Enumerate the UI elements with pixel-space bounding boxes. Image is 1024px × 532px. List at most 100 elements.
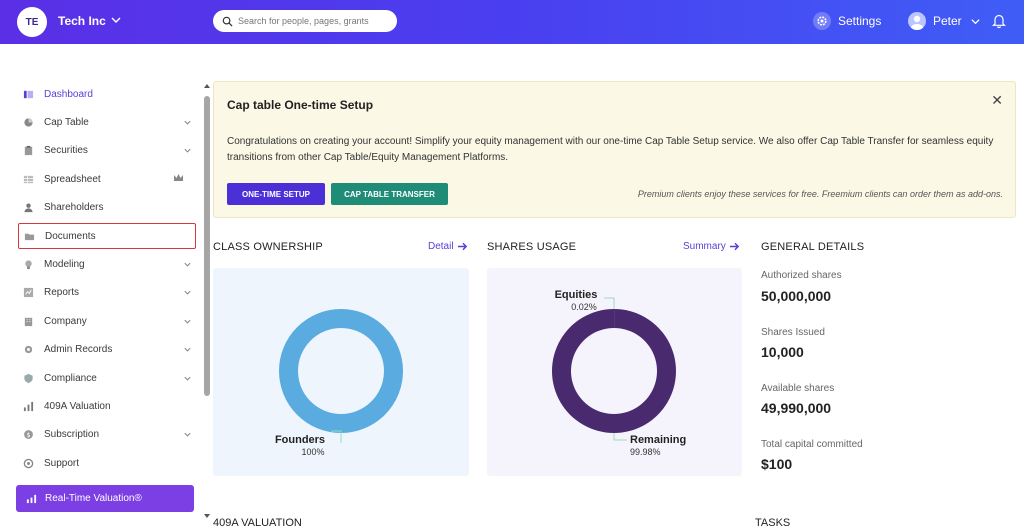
total-capital-value: $100 bbox=[761, 456, 793, 472]
sidebar-item-cap-table[interactable]: Cap Table bbox=[18, 109, 196, 135]
svg-text:$: $ bbox=[26, 431, 30, 439]
sidebar-item-securities[interactable]: Securities bbox=[18, 138, 196, 164]
sidebar-item-reports[interactable]: Reports bbox=[18, 280, 196, 306]
company-name[interactable]: Tech Inc bbox=[58, 14, 106, 28]
slice-value-label: 99.98% bbox=[630, 447, 661, 457]
chevron-down-icon[interactable] bbox=[183, 345, 192, 354]
sidebar-item-modeling[interactable]: Modeling bbox=[18, 251, 196, 277]
one-time-setup-button[interactable]: ONE-TIME SETUP bbox=[227, 183, 325, 205]
sidebar-item-label: Company bbox=[44, 315, 87, 327]
sidebar-item-409a-valuation[interactable]: 409A Valuation bbox=[18, 393, 196, 419]
crown-icon bbox=[173, 173, 184, 185]
chevron-down-icon[interactable] bbox=[183, 146, 192, 155]
available-shares-label: Available shares bbox=[761, 383, 835, 394]
sidebar-item-subscription[interactable]: $ Subscription bbox=[18, 422, 196, 448]
sidebar-item-spreadsheet[interactable]: Spreadsheet bbox=[18, 166, 196, 192]
chevron-down-icon[interactable] bbox=[183, 288, 192, 297]
sidebar-item-shareholders[interactable]: Shareholders bbox=[18, 195, 196, 221]
label-leader-line bbox=[613, 433, 627, 441]
sidebar-item-label: Reports bbox=[44, 287, 80, 299]
available-shares-value: 49,990,000 bbox=[761, 400, 832, 416]
grid-icon bbox=[23, 174, 34, 185]
dollar-icon: $ bbox=[23, 429, 34, 440]
company-avatar[interactable]: TE bbox=[17, 7, 47, 37]
support-icon bbox=[23, 458, 34, 469]
sidebar-item-label: Cap Table bbox=[44, 116, 89, 128]
shield-icon bbox=[23, 373, 34, 384]
chevron-down-icon[interactable] bbox=[183, 430, 192, 439]
detail-link[interactable]: Detail bbox=[428, 241, 468, 252]
chevron-down-icon[interactable] bbox=[183, 260, 192, 269]
chevron-down-icon[interactable] bbox=[183, 118, 192, 127]
sidebar-item-documents[interactable]: Documents bbox=[18, 223, 196, 249]
bars-icon bbox=[23, 401, 34, 412]
sidebar-item-label: Shareholders bbox=[44, 202, 104, 214]
summary-link[interactable]: Summary bbox=[683, 241, 740, 252]
chevron-down-icon[interactable] bbox=[183, 374, 192, 383]
slice-value-label: 0.02% bbox=[571, 302, 597, 312]
shares-usage-chart: Equities0.02% Remaining99.98% bbox=[551, 289, 686, 457]
sidebar-item-label: Spreadsheet bbox=[44, 173, 101, 185]
sidebar-item-admin-records[interactable]: Admin Records bbox=[18, 337, 196, 363]
shares-usage-card: Equities 0.02% Remaining 99.98% bbox=[487, 268, 742, 476]
trend-icon bbox=[26, 494, 37, 504]
scroll-down-arrow[interactable] bbox=[204, 514, 210, 518]
shares-issued-value: 10,000 bbox=[761, 344, 804, 360]
chevron-down-icon[interactable] bbox=[183, 317, 192, 326]
top-bar: TE Tech Inc Settings Peter bbox=[0, 0, 1024, 44]
sidebar-item-label: Documents bbox=[45, 230, 96, 242]
donut-slice-founders[interactable] bbox=[279, 309, 403, 433]
sidebar-item-label: Securities bbox=[44, 145, 88, 157]
detail-label: Detail bbox=[428, 241, 454, 252]
class-ownership-card: Founders 100% bbox=[213, 268, 469, 476]
folder-icon bbox=[24, 231, 35, 242]
search-input[interactable] bbox=[238, 16, 388, 26]
chevron-down-icon[interactable] bbox=[110, 14, 122, 26]
user-avatar-icon bbox=[908, 12, 926, 30]
close-icon[interactable]: ✕ bbox=[991, 92, 1003, 109]
label-leader-line bbox=[604, 297, 615, 309]
cap-table-transfer-button[interactable]: CAP TABLE TRANSFER bbox=[331, 183, 448, 205]
sidebar-item-company[interactable]: Company bbox=[18, 308, 196, 334]
sidebar-item-label: Subscription bbox=[44, 429, 100, 441]
409a-valuation-title: 409A VALUATION bbox=[213, 517, 302, 529]
slice-category-label: Remaining bbox=[630, 434, 686, 446]
class-ownership-chart: Founders100% bbox=[275, 309, 403, 457]
sidebar-item-label: Support bbox=[44, 457, 80, 469]
sidebar-item-compliance[interactable]: Compliance bbox=[18, 365, 196, 391]
slice-value-label: 100% bbox=[301, 447, 324, 457]
search-bar[interactable] bbox=[213, 10, 397, 32]
authorized-shares-value: 50,000,000 bbox=[761, 288, 832, 304]
total-capital-label: Total capital committed bbox=[761, 439, 863, 450]
sidebar-item-label: Modeling bbox=[44, 258, 85, 270]
bell-icon[interactable] bbox=[992, 13, 1006, 28]
chart-icon bbox=[23, 287, 34, 298]
pie-chart-icon bbox=[23, 117, 34, 128]
sidebar-item-label: Dashboard bbox=[44, 88, 93, 100]
building-icon bbox=[23, 316, 34, 327]
banner-note: Premium clients enjoy these services for… bbox=[637, 189, 1003, 199]
sidebar: Dashboard Cap Table Securities Spreadsheet S… bbox=[0, 80, 200, 532]
arrow-right-icon bbox=[457, 242, 467, 251]
sidebar-scrollbar[interactable] bbox=[203, 84, 211, 524]
banner-text: Congratulations on creating your account… bbox=[227, 136, 994, 163]
sidebar-item-dashboard[interactable]: Dashboard bbox=[18, 81, 196, 107]
user-menu[interactable]: Peter bbox=[908, 12, 981, 30]
scroll-up-arrow[interactable] bbox=[204, 84, 210, 88]
sidebar-item-support[interactable]: Support bbox=[18, 450, 196, 476]
general-details-title: GENERAL DETAILS bbox=[761, 241, 865, 253]
scroll-thumb[interactable] bbox=[204, 96, 210, 396]
arrow-right-icon bbox=[729, 242, 740, 251]
gear-icon bbox=[23, 344, 34, 355]
clipboard-icon bbox=[23, 145, 34, 156]
sidebar-item-label: Admin Records bbox=[44, 344, 113, 356]
slice-category-label: Equities bbox=[555, 289, 598, 301]
settings-button[interactable]: Settings bbox=[813, 12, 881, 30]
donut-slice-remaining[interactable] bbox=[551, 309, 676, 433]
real-time-valuation-label: Real-Time Valuation® bbox=[45, 493, 142, 504]
slice-category-label: Founders bbox=[275, 434, 325, 446]
real-time-valuation-button[interactable]: Real-Time Valuation® bbox=[16, 485, 194, 512]
dashboard-icon bbox=[23, 89, 34, 100]
shares-issued-label: Shares Issued bbox=[761, 327, 825, 338]
sidebar-item-label: 409A Valuation bbox=[44, 400, 111, 412]
